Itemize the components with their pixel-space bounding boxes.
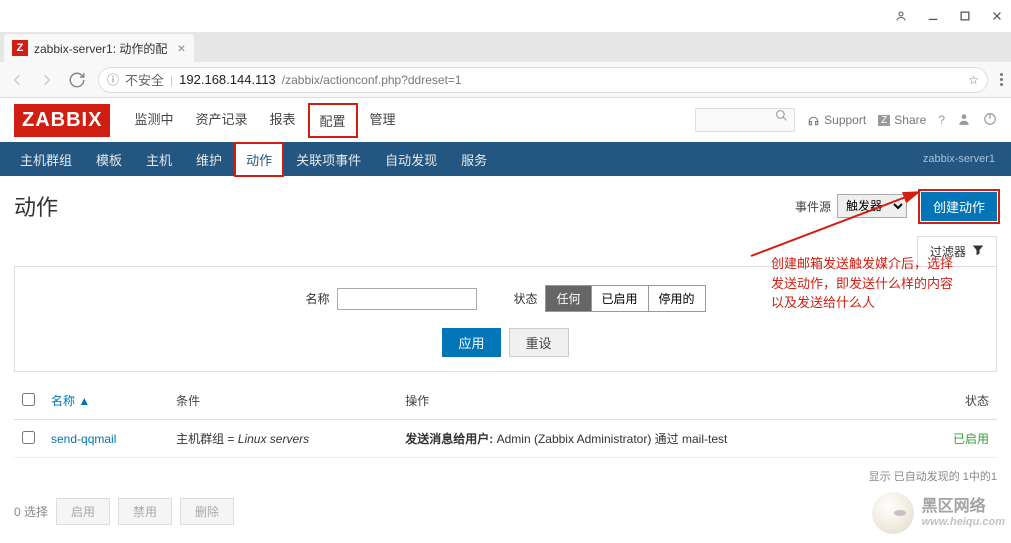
forward-button[interactable] <box>38 71 56 89</box>
tab-title: zabbix-server1: 动作的配 <box>34 40 167 57</box>
status-any[interactable]: 任何 <box>546 286 591 311</box>
logout-icon[interactable] <box>983 112 997 129</box>
action-name-link[interactable]: send-qqmail <box>51 432 116 446</box>
favicon: Z <box>12 40 28 56</box>
search-input[interactable] <box>695 108 795 132</box>
share-link[interactable]: ZShare <box>878 113 926 127</box>
actions-table: 名称 ▲ 条件 操作 状态 send-qqmail 主机群组 = Linux s… <box>14 382 997 458</box>
watermark-logo-icon <box>872 492 914 534</box>
select-all-checkbox[interactable] <box>22 393 35 406</box>
address-bar: ⓘ 不安全 | 192.168.144.113/zabbix/actioncon… <box>0 62 1011 98</box>
nav-configuration[interactable]: 配置 <box>308 103 358 138</box>
nav-monitoring[interactable]: 监测中 <box>124 103 183 138</box>
table-footer: 显示 已自动发现的 1中的1 <box>14 458 997 494</box>
col-condition: 条件 <box>168 382 397 420</box>
col-name[interactable]: 名称 ▲ <box>43 382 168 420</box>
event-source-label: 事件源 <box>795 198 831 215</box>
nav-reports[interactable]: 报表 <box>259 103 305 138</box>
status-link[interactable]: 已启用 <box>953 432 989 446</box>
create-action-button[interactable]: 创建动作 <box>921 192 997 221</box>
subnav-hostgroups[interactable]: 主机群组 <box>8 142 84 177</box>
url-host: 192.168.144.113 <box>179 72 276 87</box>
close-icon[interactable] <box>991 10 1003 22</box>
sub-nav: 主机群组 模板 主机 维护 动作 关联项事件 自动发现 服务 zabbix-se… <box>0 142 1011 176</box>
bulk-enable-button[interactable]: 启用 <box>56 498 110 525</box>
col-status: 状态 <box>917 382 997 420</box>
subnav-discovery[interactable]: 自动发现 <box>373 142 449 177</box>
subnav-maintenance[interactable]: 维护 <box>184 142 234 177</box>
status-label: 状态 <box>513 290 537 307</box>
browser-tab[interactable]: Z zabbix-server1: 动作的配 × <box>4 34 194 62</box>
bulk-actions: 0 选择 启用 禁用 删除 <box>14 494 997 529</box>
subnav-services[interactable]: 服务 <box>449 142 499 177</box>
status-disabled[interactable]: 停用的 <box>649 286 705 311</box>
minimize-icon[interactable] <box>927 10 939 22</box>
subnav-templates[interactable]: 模板 <box>84 142 134 177</box>
page-title: 动作 <box>14 190 58 222</box>
back-button[interactable] <box>8 71 26 89</box>
nav-administration[interactable]: 管理 <box>360 103 406 138</box>
app-header: ZABBIX 监测中 资产记录 报表 配置 管理 Support ZShare … <box>0 98 1011 142</box>
user-icon <box>895 10 907 22</box>
col-operation: 操作 <box>397 382 917 420</box>
subnav-hosts[interactable]: 主机 <box>134 142 184 177</box>
annotation-text: 创建邮箱发送触发媒介后，选择 发送动作，即发送什么样的内容 以及发送给什么人 <box>771 254 981 313</box>
selected-count: 0 选择 <box>14 503 48 520</box>
logo[interactable]: ZABBIX <box>14 104 110 137</box>
apply-button[interactable]: 应用 <box>442 328 500 357</box>
window-chrome <box>0 0 1011 32</box>
nav-inventory[interactable]: 资产记录 <box>185 103 257 138</box>
subnav-correlation[interactable]: 关联项事件 <box>284 142 373 177</box>
name-label: 名称 <box>305 290 329 307</box>
event-source-select[interactable]: 触发器 <box>837 194 907 218</box>
bulk-delete-button[interactable]: 删除 <box>180 498 234 525</box>
reload-button[interactable] <box>68 71 86 89</box>
main-nav: 监测中 资产记录 报表 配置 管理 <box>124 103 405 138</box>
row-operation: 发送消息给用户: Admin (Zabbix Administrator) 通过… <box>397 420 917 458</box>
status-enabled[interactable]: 已启用 <box>592 286 649 311</box>
row-checkbox[interactable] <box>22 431 35 444</box>
search-icon[interactable] <box>775 109 788 125</box>
name-input[interactable] <box>337 288 477 310</box>
tab-close-icon[interactable]: × <box>177 40 185 56</box>
page-header: 动作 事件源 触发器 创建动作 <box>14 190 997 222</box>
server-name: zabbix-server1 <box>923 153 1003 165</box>
support-link[interactable]: Support <box>807 113 866 127</box>
status-toggle: 任何 已启用 停用的 <box>545 285 705 312</box>
bulk-disable-button[interactable]: 禁用 <box>118 498 172 525</box>
reset-button[interactable]: 重设 <box>509 328 569 357</box>
help-icon[interactable]: ? <box>938 113 945 127</box>
maximize-icon[interactable] <box>959 10 971 22</box>
table-row: send-qqmail 主机群组 = Linux servers 发送消息给用户… <box>14 420 997 458</box>
user-profile-icon[interactable] <box>957 112 971 129</box>
subnav-actions[interactable]: 动作 <box>234 142 284 177</box>
browser-tab-bar: Z zabbix-server1: 动作的配 × <box>0 32 1011 62</box>
url-path: /zabbix/actionconf.php?ddreset=1 <box>282 73 462 87</box>
watermark: 黑区网络 www.heiqu.com <box>872 492 1005 534</box>
bookmark-icon[interactable]: ☆ <box>968 73 979 87</box>
security-label: 不安全 <box>125 70 164 89</box>
url-input[interactable]: ⓘ 不安全 | 192.168.144.113/zabbix/actioncon… <box>98 67 988 93</box>
browser-menu-icon[interactable] <box>1000 73 1003 86</box>
info-icon[interactable]: ⓘ <box>107 71 119 88</box>
row-condition: 主机群组 = Linux servers <box>168 420 397 458</box>
